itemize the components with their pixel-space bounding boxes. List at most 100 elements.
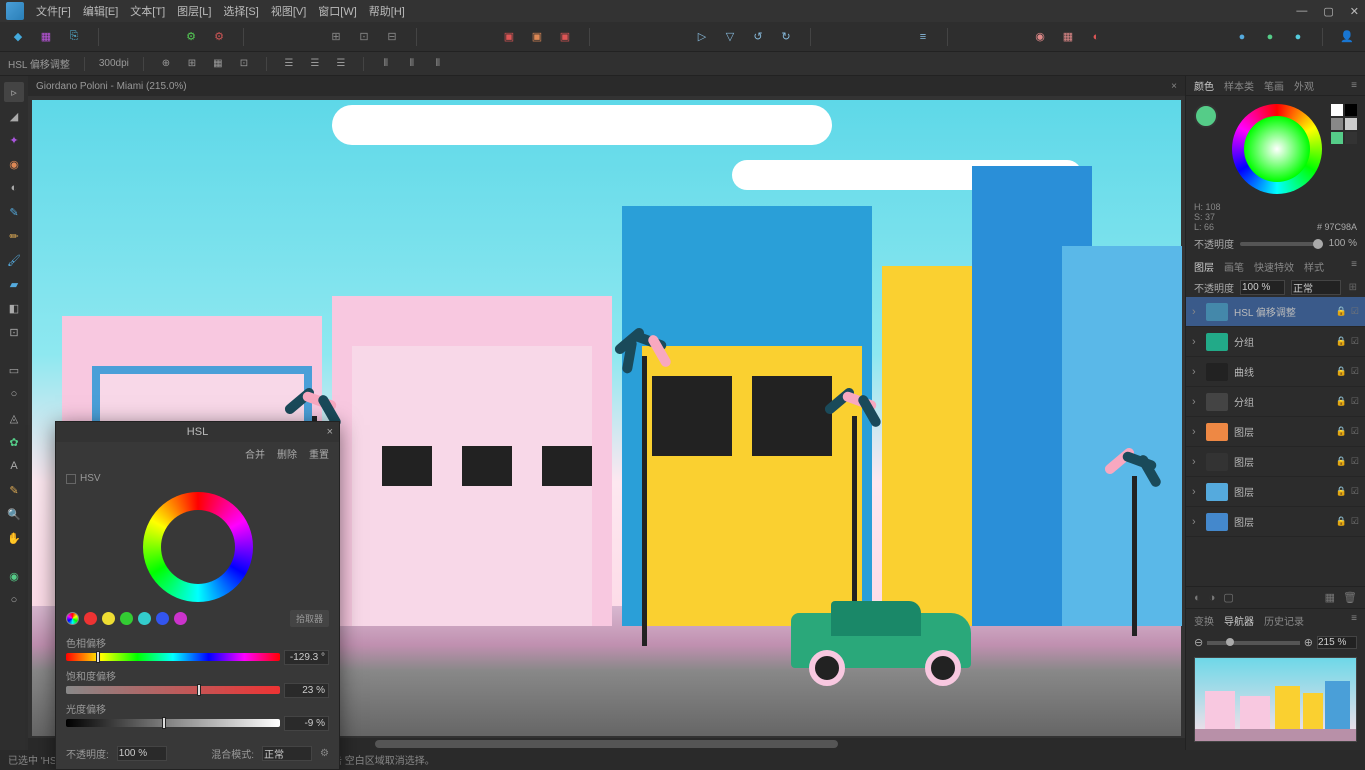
visibility-checkbox[interactable]: ☑ xyxy=(1351,396,1359,407)
color-wheel[interactable] xyxy=(1232,104,1322,194)
color-none-tool[interactable]: ○ xyxy=(4,590,24,610)
persona-vector-icon[interactable]: ◆ xyxy=(8,27,28,47)
tab-styles[interactable]: 样式 xyxy=(1304,259,1324,274)
ellipse-tool[interactable]: ○ xyxy=(4,384,24,404)
document-tab[interactable]: Giordano Poloni - Miami (215.0%) × xyxy=(28,76,1185,96)
tab-effects[interactable]: 快速特效 xyxy=(1254,259,1294,274)
layer-row[interactable]: › 图层 🔒 ☑ xyxy=(1186,477,1365,507)
close-icon[interactable]: ✕ xyxy=(1350,5,1359,18)
layer-row[interactable]: › 图层 🔒 ☑ xyxy=(1186,447,1365,477)
layer-name[interactable]: 分组 xyxy=(1234,394,1330,409)
text-tool[interactable]: A xyxy=(4,456,24,476)
layer-list[interactable]: › HSL 偏移调整 🔒 ☑› 分组 🔒 ☑› 曲线 🔒 ☑› 分组 🔒 ☑› … xyxy=(1186,297,1365,586)
rotate-cw-icon[interactable]: ↻ xyxy=(776,27,796,47)
fill-color-well[interactable] xyxy=(1194,104,1218,128)
arrange-forward-icon[interactable]: ▣ xyxy=(555,27,575,47)
cloud1-icon[interactable]: ● xyxy=(1232,27,1252,47)
cloud2-icon[interactable]: ● xyxy=(1260,27,1280,47)
gear-double-icon[interactable]: ⚙ xyxy=(209,27,229,47)
transparency-tool[interactable]: ◧ xyxy=(4,298,24,318)
snap-icon[interactable]: ⊞ xyxy=(326,27,346,47)
lock-icon[interactable]: 🔒 xyxy=(1336,456,1347,467)
hsl-blend-select[interactable] xyxy=(262,746,312,761)
valign3-icon[interactable]: ☰ xyxy=(333,56,349,72)
gear-icon[interactable]: ⚙ xyxy=(181,27,201,47)
menu-file[interactable]: 文件[F] xyxy=(36,3,71,19)
maximize-icon[interactable]: ▢ xyxy=(1323,5,1333,18)
sat-shift-value[interactable]: 23 % xyxy=(284,683,329,698)
zoom-slider[interactable] xyxy=(1207,641,1300,645)
persona-pixel-icon[interactable]: ▦ xyxy=(36,27,56,47)
layer-opts-icon[interactable]: ⊞ xyxy=(1349,282,1357,293)
recent-swatches[interactable] xyxy=(1331,104,1357,194)
chevron-icon[interactable]: › xyxy=(1192,426,1200,438)
magenta-dot[interactable] xyxy=(174,612,187,625)
lock-icon[interactable]: 🔒 xyxy=(1336,366,1347,377)
cyan-dot[interactable] xyxy=(138,612,151,625)
layer-row[interactable]: › 分组 🔒 ☑ xyxy=(1186,387,1365,417)
yellow-dot[interactable] xyxy=(102,612,115,625)
layer-name[interactable]: 分组 xyxy=(1234,334,1330,349)
dpi-label[interactable]: 300dpi xyxy=(99,58,129,69)
layer-name[interactable]: 图层 xyxy=(1234,484,1330,499)
corner-tool[interactable]: ◐ xyxy=(4,178,24,198)
visibility-checkbox[interactable]: ☑ xyxy=(1351,456,1359,467)
layers-menu-icon[interactable]: ≡ xyxy=(1351,259,1357,274)
layer-mask-icon[interactable]: ▢ xyxy=(1223,591,1233,604)
lock-icon[interactable]: 🔒 xyxy=(1336,486,1347,497)
menu-layer[interactable]: 图层[L] xyxy=(177,3,211,19)
flip-h-icon[interactable]: ▷ xyxy=(692,27,712,47)
align-icon[interactable]: ≡ xyxy=(913,27,933,47)
chevron-icon[interactable]: › xyxy=(1192,366,1200,378)
hsl-adjustment-panel[interactable]: HSL × 合并 删除 重置 HSV 拾取器 色相偏移 -129.3 ° 饱和度 xyxy=(55,421,340,770)
layer-delete-icon[interactable]: 🗑 xyxy=(1343,591,1357,604)
lum-shift-value[interactable]: -9 % xyxy=(284,716,329,731)
pen-tool[interactable]: ✎ xyxy=(4,202,24,222)
layer-row[interactable]: › 分组 🔒 ☑ xyxy=(1186,327,1365,357)
hex-readout[interactable]: 97C98A xyxy=(1324,222,1357,232)
visibility-checkbox[interactable]: ☑ xyxy=(1351,486,1359,497)
visibility-checkbox[interactable]: ☑ xyxy=(1351,516,1359,527)
crop-tool[interactable]: ⊡ xyxy=(4,322,24,342)
tab-transform[interactable]: 变换 xyxy=(1194,613,1214,628)
bool1-icon[interactable]: ◉ xyxy=(1030,27,1050,47)
layer-row[interactable]: › 曲线 🔒 ☑ xyxy=(1186,357,1365,387)
zoom-input[interactable] xyxy=(1317,636,1357,649)
layer-name[interactable]: 曲线 xyxy=(1234,364,1330,379)
chevron-icon[interactable]: › xyxy=(1192,486,1200,498)
fill-tool[interactable]: ▰ xyxy=(4,274,24,294)
cloud3-icon[interactable]: ● xyxy=(1288,27,1308,47)
minimize-icon[interactable]: — xyxy=(1296,5,1307,18)
tab-navigator[interactable]: 导航器 xyxy=(1224,613,1254,628)
halign1-icon[interactable]: ⫴ xyxy=(378,56,394,72)
layer-opacity-input[interactable] xyxy=(1240,280,1285,295)
lock3-icon[interactable]: ▦ xyxy=(210,56,226,72)
hsl-close-icon[interactable]: × xyxy=(327,426,333,438)
navigator-thumbnail[interactable] xyxy=(1194,657,1357,742)
rotate-ccw-icon[interactable]: ↺ xyxy=(748,27,768,47)
lock-icon[interactable]: 🔒 xyxy=(1336,396,1347,407)
move-tool[interactable]: ▹ xyxy=(4,82,24,102)
opacity-slider[interactable] xyxy=(1240,242,1323,246)
chevron-icon[interactable]: › xyxy=(1192,306,1200,318)
tab-history[interactable]: 历史记录 xyxy=(1264,613,1304,628)
menu-text[interactable]: 文本[T] xyxy=(130,3,165,19)
layer-adj-icon[interactable]: ◑ xyxy=(1209,592,1216,604)
nav-menu-icon[interactable]: ≡ xyxy=(1351,613,1357,628)
zoom-tool[interactable]: 🔍 xyxy=(4,504,24,524)
color-swap-tool[interactable]: ◉ xyxy=(4,566,24,586)
node-tool[interactable]: ◢ xyxy=(4,106,24,126)
menu-edit[interactable]: 编辑[E] xyxy=(83,3,118,19)
layer-blend-select[interactable] xyxy=(1291,280,1341,295)
lock-icon[interactable]: 🔒 xyxy=(1336,426,1347,437)
halign2-icon[interactable]: ⫴ xyxy=(404,56,420,72)
lock-icon[interactable]: 🔒 xyxy=(1336,336,1347,347)
visibility-checkbox[interactable]: ☑ xyxy=(1351,306,1359,317)
hsl-merge-button[interactable]: 合并 xyxy=(245,446,265,461)
hsl-reset-button[interactable]: 重置 xyxy=(309,446,329,461)
visibility-checkbox[interactable]: ☑ xyxy=(1351,366,1359,377)
master-dot[interactable] xyxy=(66,612,79,625)
menu-view[interactable]: 视图[V] xyxy=(271,3,306,19)
point-transform-tool[interactable]: ✦ xyxy=(4,130,24,150)
menu-select[interactable]: 选择[S] xyxy=(223,3,258,19)
